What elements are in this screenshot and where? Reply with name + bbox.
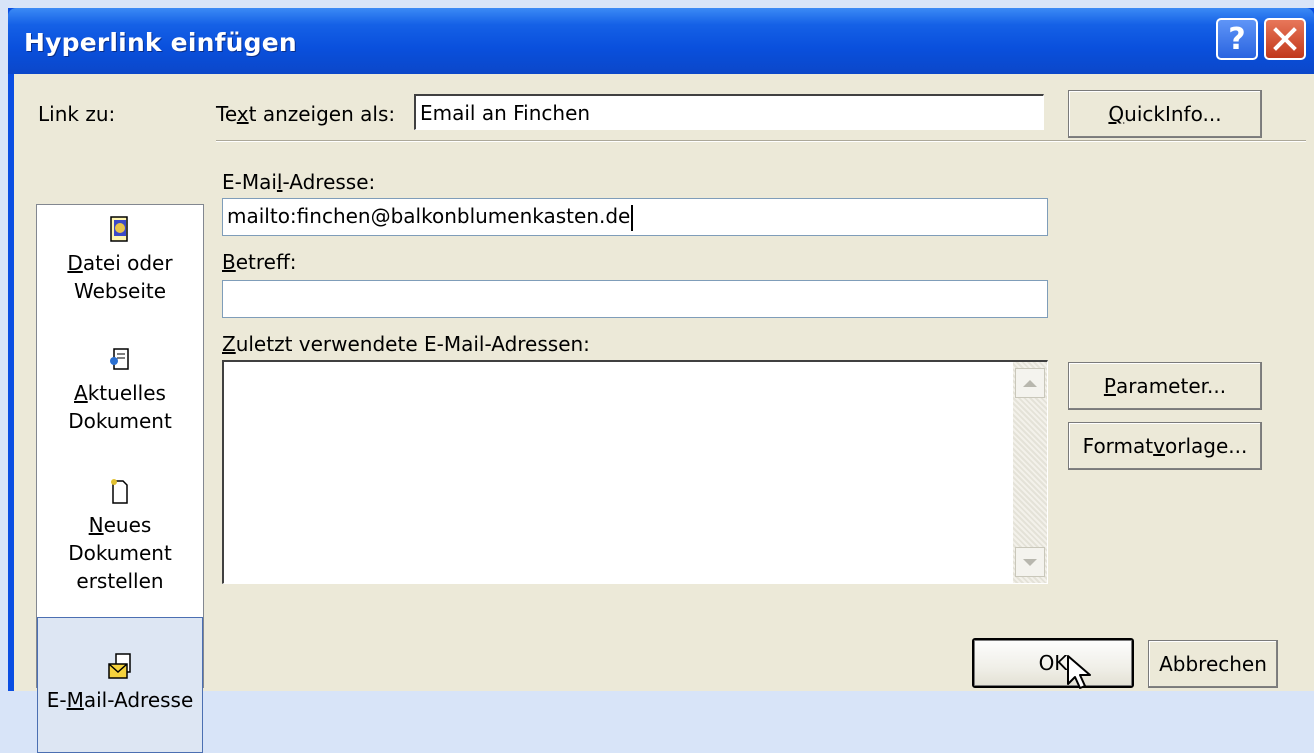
email-address-label: E-Mail-Adresse: [222, 170, 376, 194]
file-webpage-icon [110, 216, 128, 242]
display-text-label: Text anzeigen als: [216, 102, 396, 126]
separator [216, 140, 1306, 142]
text-caret [631, 204, 634, 231]
parameter-button[interactable]: Parameter... [1068, 362, 1262, 410]
link-to-bar: Datei oder Webseite Aktuelles Dokument N… [36, 204, 204, 753]
chevron-up-icon [1023, 379, 1037, 387]
close-icon[interactable] [1264, 18, 1306, 60]
link-to-label: Link zu: [38, 102, 116, 126]
style-button[interactable]: Format v orlage... [1068, 422, 1262, 470]
recent-addresses-label: Zuletzt verwendete E-Mail-Adressen: [222, 332, 590, 356]
nav-email-address[interactable]: E-Mail-Adresse [37, 617, 203, 753]
close-x-glyph [1273, 27, 1297, 51]
help-icon[interactable]: ? [1216, 18, 1258, 60]
scroll-up-button[interactable] [1015, 368, 1045, 398]
new-document-icon [111, 479, 128, 504]
vertical-scrollbar[interactable] [1013, 362, 1047, 583]
subject-label: Betreff: [222, 250, 297, 274]
email-address-icon [108, 653, 131, 679]
dialog-title: Hyperlink einfügen [24, 28, 297, 57]
nav-new-document[interactable]: Neues Dokument erstellen [37, 477, 203, 613]
dialog-window: Hyperlink einfügen ? Link zu: Text anzei… [8, 8, 1314, 753]
scroll-down-button[interactable] [1015, 547, 1045, 577]
nav-current-document[interactable]: Aktuelles Dokument [37, 345, 203, 465]
title-bar[interactable]: Hyperlink einfügen ? [8, 8, 1314, 74]
nav-file-webpage[interactable]: Datei oder Webseite [37, 215, 203, 335]
subject-input[interactable] [222, 280, 1048, 318]
cancel-button[interactable]: Abbrechen [1148, 640, 1278, 688]
mouse-pointer-icon [1067, 655, 1091, 689]
recent-addresses-list[interactable] [222, 360, 1048, 584]
dialog-client-area: Link zu: Text anzeigen als: Email an Fin… [14, 74, 1314, 753]
quickinfo-button[interactable]: QuickInfo... [1068, 90, 1262, 138]
ok-button[interactable]: OK [972, 638, 1134, 688]
display-text-input[interactable]: Email an Finchen [414, 94, 1044, 130]
current-document-icon [110, 348, 129, 370]
chevron-down-icon [1023, 558, 1037, 566]
email-address-input[interactable]: mailto:finchen@balkonblumenkasten.de [222, 198, 1048, 236]
